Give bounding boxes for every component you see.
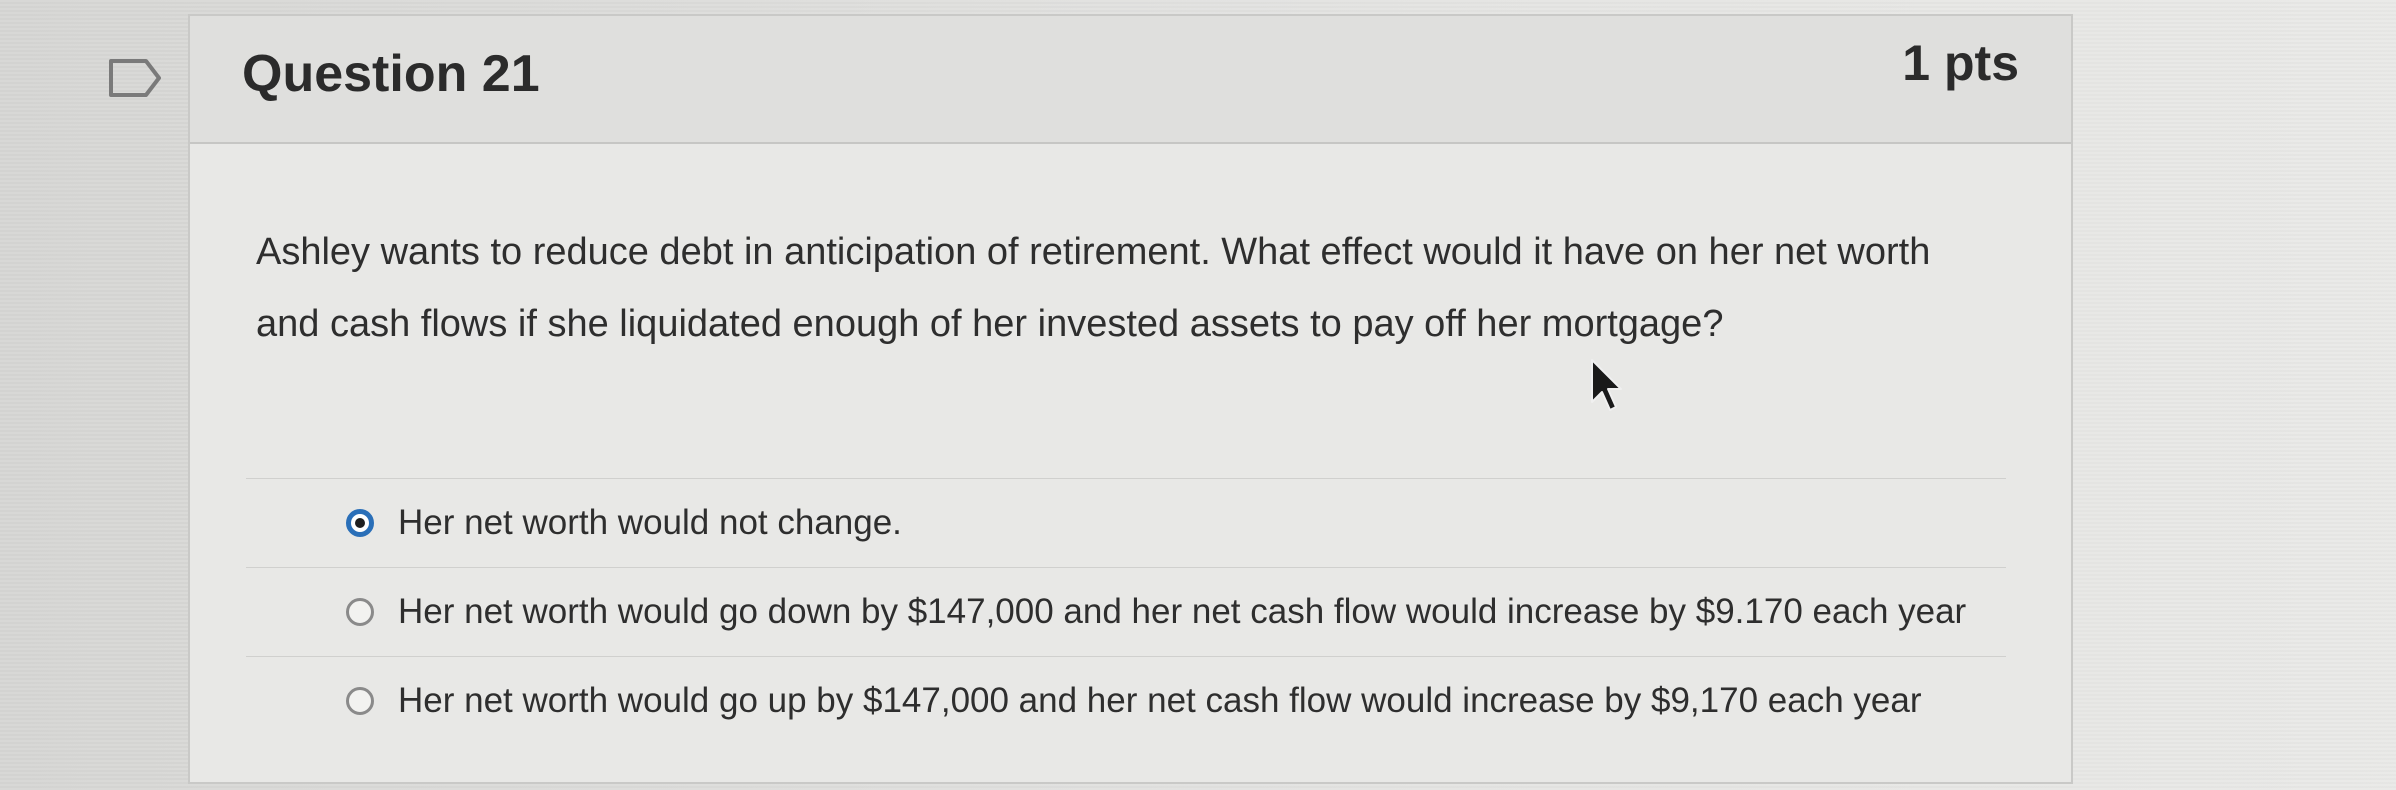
answer-option-1[interactable]: Her net worth would not change. [246,478,2006,567]
question-title: Question 21 [242,45,540,103]
answer-list: Her net worth would not change. Her net … [246,478,2006,745]
flag-question-icon[interactable] [108,58,162,98]
mouse-pointer-icon [1591,359,1622,411]
radio-button-selected[interactable] [346,509,374,537]
question-card: Question 21 1 pts Ashley wants to reduce… [188,14,2073,784]
answer-option-2[interactable]: Her net worth would go down by $147,000 … [246,567,2006,656]
radio-button[interactable] [346,687,374,715]
answer-label: Her net worth would not change. [398,503,902,542]
question-header: Question 21 1 pts [190,16,2071,144]
answer-label: Her net worth would go down by $147,000 … [398,592,1967,631]
radio-button[interactable] [346,598,374,626]
answer-option-3[interactable]: Her net worth would go up by $147,000 an… [246,656,2006,745]
question-points: 1 pts [1902,35,2019,91]
question-text: Ashley wants to reduce debt in anticipat… [256,231,1931,345]
answer-label: Her net worth would go up by $147,000 an… [398,681,1922,720]
